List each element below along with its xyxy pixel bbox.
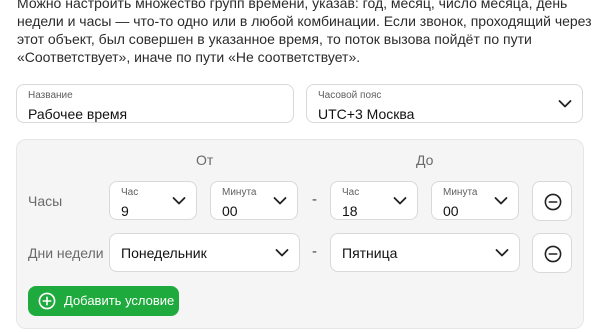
description-text: Можно настроить множество групп времени,…: [17, 0, 592, 65]
from-minute-label: Минута: [222, 187, 257, 198]
chevron-down-icon: [558, 99, 572, 107]
hours-range-separator: -: [312, 191, 317, 208]
to-minute-label: Минута: [443, 187, 478, 198]
to-hour-value: 18: [342, 203, 358, 219]
chevron-down-icon: [393, 196, 407, 204]
to-hour-label: Час: [342, 187, 360, 198]
chevron-down-icon: [494, 196, 508, 204]
timezone-select-label: Часовой пояс: [318, 90, 382, 101]
add-condition-button[interactable]: Добавить условие: [28, 286, 179, 316]
chevron-down-icon: [495, 248, 509, 256]
to-day-value: Пятница: [342, 244, 398, 261]
from-hour-select[interactable]: Час 9: [109, 181, 197, 220]
from-hour-label: Час: [121, 187, 139, 198]
weekdays-row-label: Дни недели: [28, 245, 104, 261]
chevron-down-icon: [273, 196, 287, 204]
from-minute-value: 00: [222, 203, 238, 219]
remove-hours-button[interactable]: [532, 181, 572, 221]
to-minute-select[interactable]: Минута 00: [431, 181, 519, 220]
timezone-select[interactable]: Часовой пояс UTC+3 Москва: [306, 84, 583, 123]
from-minute-select[interactable]: Минута 00: [210, 181, 298, 220]
name-field-value: Рабочее время: [28, 106, 128, 122]
from-hour-value: 9: [121, 203, 129, 219]
chevron-down-icon: [172, 196, 186, 204]
chevron-down-icon: [275, 248, 289, 256]
plus-circle-icon: [38, 292, 56, 310]
to-hour-select[interactable]: Час 18: [330, 181, 418, 220]
to-day-select[interactable]: Пятница: [330, 233, 520, 272]
remove-weekdays-button[interactable]: [532, 233, 572, 273]
name-field-label: Название: [28, 90, 73, 101]
timezone-select-value: UTC+3 Москва: [318, 106, 415, 122]
column-to-header: До: [416, 152, 434, 168]
to-minute-value: 00: [443, 203, 459, 219]
from-day-value: Понедельник: [121, 244, 207, 261]
name-field[interactable]: Название Рабочее время: [16, 84, 294, 123]
add-condition-label: Добавить условие: [64, 293, 175, 308]
from-day-select[interactable]: Понедельник: [109, 233, 300, 272]
column-from-header: От: [196, 152, 214, 168]
minus-circle-icon: [544, 245, 562, 263]
minus-circle-icon: [544, 193, 562, 211]
hours-row-label: Часы: [28, 193, 63, 209]
weekdays-range-separator: -: [312, 243, 317, 260]
